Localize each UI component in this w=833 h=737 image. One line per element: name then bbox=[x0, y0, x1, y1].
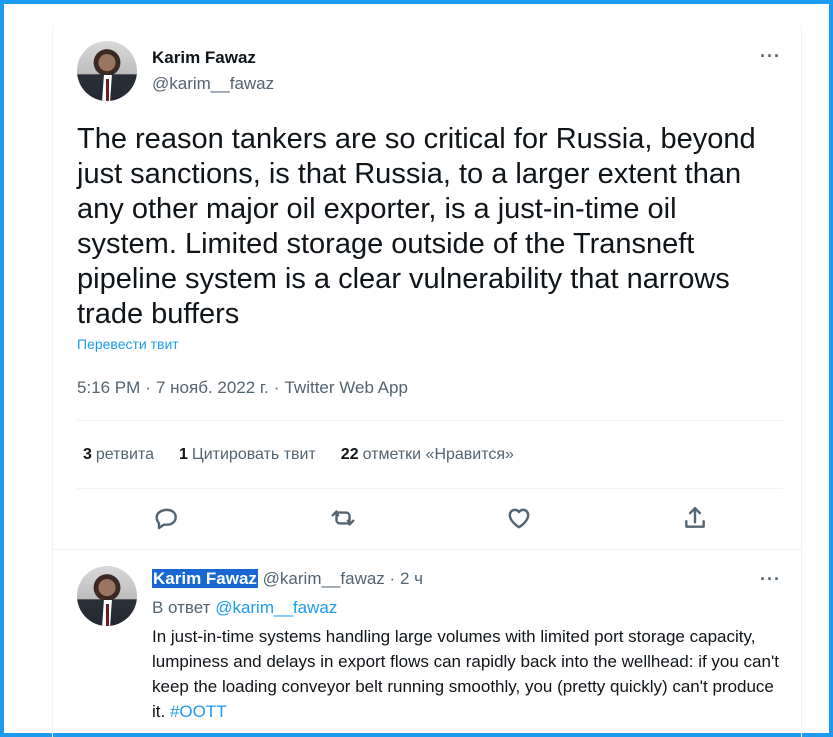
retweet-icon bbox=[331, 510, 355, 526]
hashtag-link[interactable]: #OOTT bbox=[170, 702, 227, 721]
tweet-screenshot-frame: Karim Fawaz @karim__fawaz ··· The reason… bbox=[0, 0, 833, 737]
metadata-separator: · bbox=[145, 378, 151, 397]
reply-time-separator: · bbox=[389, 569, 396, 588]
stat-number: 22 bbox=[340, 446, 359, 463]
reply-header: Karim Fawaz @karim__fawaz · 2 ч bbox=[152, 569, 423, 589]
replying-to-handle-link[interactable]: @karim__fawaz bbox=[215, 598, 337, 617]
stat-number: 1 bbox=[178, 446, 188, 463]
more-options-icon[interactable]: ··· bbox=[760, 569, 781, 590]
like-count[interactable]: 22 отметки «Нравится» bbox=[341, 446, 514, 464]
reply-time[interactable]: 2 ч bbox=[400, 569, 423, 588]
stat-label: ретвита bbox=[95, 446, 154, 463]
share-icon bbox=[685, 507, 705, 528]
stat-label: Цитировать твит bbox=[191, 446, 316, 463]
reply-button[interactable] bbox=[149, 500, 185, 536]
more-options-icon[interactable]: ··· bbox=[760, 46, 781, 67]
replying-to-prefix: В ответ bbox=[152, 598, 211, 617]
avatar[interactable] bbox=[77, 566, 137, 626]
author-handle[interactable]: @karim__fawaz bbox=[152, 74, 274, 94]
tweet-text: The reason tankers are so critical for R… bbox=[77, 123, 756, 330]
retweet-button[interactable] bbox=[325, 500, 361, 536]
quote-tweet-count[interactable]: 1 Цитировать твит bbox=[179, 446, 316, 464]
main-tweet: Karim Fawaz @karim__fawaz ··· The reason… bbox=[52, 26, 802, 549]
reply-author-display-name[interactable]: Karim Fawaz bbox=[152, 569, 258, 588]
retweet-count[interactable]: 3 ретвита bbox=[83, 446, 154, 464]
tweet-metadata: 5:16 PM · 7 нояб. 2022 г. · Twitter Web App bbox=[77, 378, 413, 398]
divider bbox=[77, 488, 783, 489]
stat-label: отметки «Нравится» bbox=[362, 446, 514, 463]
stat-number: 3 bbox=[83, 446, 92, 463]
author-display-name[interactable]: Karim Fawaz bbox=[152, 48, 256, 68]
tweet-stats: 3 ретвита 1 Цитировать твит 22 отметки «Нра… bbox=[83, 446, 514, 464]
reply-author-handle[interactable]: @karim__fawaz bbox=[263, 569, 385, 588]
replying-to: В ответ @karim__fawaz bbox=[152, 598, 337, 618]
tweet-time[interactable]: 5:16 PM bbox=[77, 378, 140, 397]
tweet-source[interactable]: Twitter Web App bbox=[284, 378, 407, 397]
translate-tweet-link[interactable]: Перевести твит bbox=[77, 336, 179, 352]
avatar[interactable] bbox=[77, 41, 137, 101]
metadata-separator: · bbox=[273, 378, 280, 397]
reply-tweet-text: In just-in-time systems handling large v… bbox=[152, 624, 784, 724]
tweet-date[interactable]: 7 нояб. 2022 г. bbox=[156, 378, 269, 397]
reply-body-text: In just-in-time systems handling large v… bbox=[152, 627, 779, 721]
reply-tweet[interactable]: Karim Fawaz @karim__fawaz · 2 ч ··· В от… bbox=[52, 549, 802, 737]
reply-icon bbox=[155, 508, 177, 530]
like-button[interactable] bbox=[501, 500, 537, 536]
share-button[interactable] bbox=[677, 500, 713, 536]
heart-icon bbox=[508, 508, 530, 529]
divider bbox=[77, 420, 783, 421]
tweet-action-bar bbox=[77, 500, 783, 536]
